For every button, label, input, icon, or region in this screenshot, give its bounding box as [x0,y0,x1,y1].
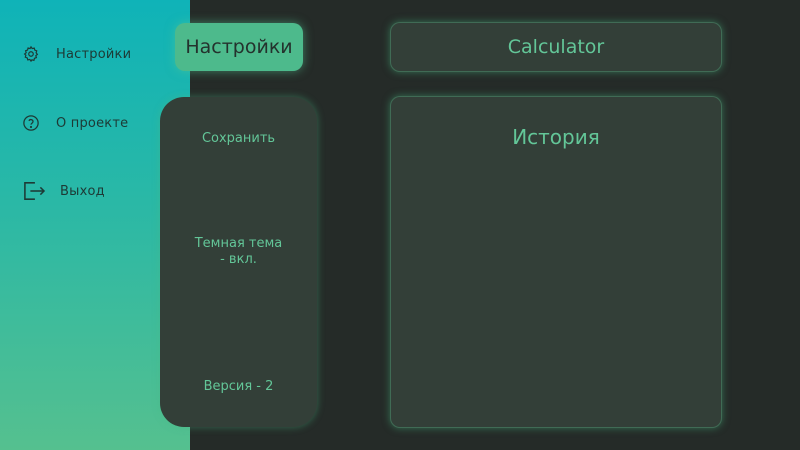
sidebar-item-exit[interactable]: Выход [22,182,105,200]
theme-toggle-state: - вкл. [220,252,257,267]
settings-panel: Сохранить Темная тема - вкл. Версия - 2 [160,97,317,427]
dark-theme-toggle[interactable]: Темная тема - вкл. [160,236,317,268]
sidebar-item-settings[interactable]: Настройки [22,45,131,63]
app-title: Calculator [507,36,605,58]
theme-toggle-label: Темная тема [194,236,283,251]
sidebar-item-label: О проекте [56,115,129,131]
logout-icon [22,182,46,200]
help-circle-icon [22,114,40,132]
settings-button[interactable]: Настройки [175,23,303,71]
gear-icon [22,45,40,63]
sidebar-item-label: Выход [60,183,105,199]
sidebar-item-label: Настройки [56,46,132,62]
version-label: Версия - 2 [203,379,274,394]
app-title-box: Calculator [390,22,722,72]
history-title: История [512,125,600,149]
history-panel: История [390,96,722,428]
sidebar-item-about[interactable]: О проекте [22,114,128,132]
save-button[interactable]: Сохранить [160,131,317,147]
